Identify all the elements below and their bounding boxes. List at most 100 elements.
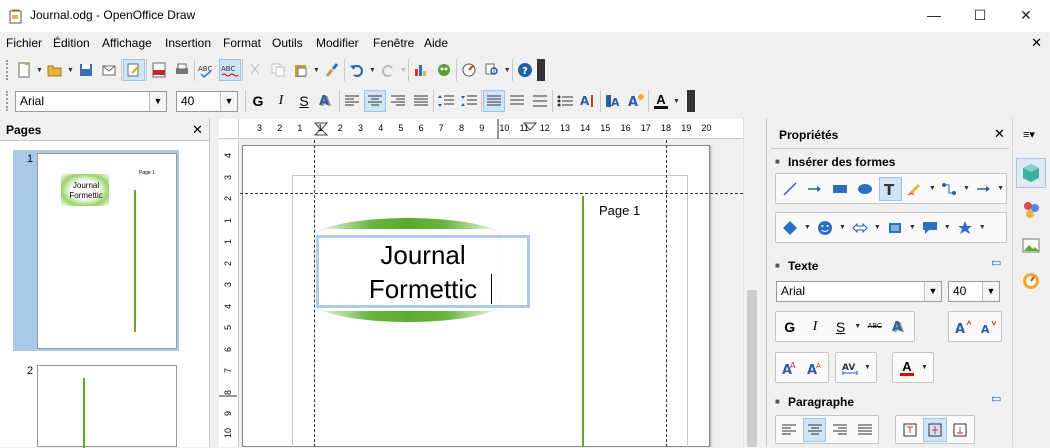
lines-arrows-tool-button[interactable] (972, 177, 995, 201)
edit-mode-button[interactable] (122, 59, 145, 81)
chevron-down-icon[interactable]: ▼ (982, 282, 999, 301)
panel-splitter[interactable] (210, 118, 218, 447)
vertical-scrollbar[interactable] (743, 118, 758, 447)
gallery-button[interactable] (433, 59, 455, 81)
scrollbar-thumb[interactable] (747, 290, 757, 447)
insert-chart-button[interactable] (410, 59, 432, 81)
paste-button[interactable] (290, 59, 312, 81)
sidebar-bold-button[interactable]: G (778, 315, 801, 339)
bold-button[interactable]: G (247, 90, 269, 112)
rectangle-tool-button[interactable] (828, 177, 851, 201)
toolbar-grip[interactable] (6, 60, 12, 80)
menu-insertion[interactable]: Insertion (165, 36, 211, 50)
block-arrows-dropdown-arrow[interactable]: ▼ (874, 224, 881, 231)
align-top-button[interactable] (898, 418, 921, 442)
document-close-button[interactable]: ✕ (1031, 35, 1042, 51)
auto-spellcheck-button[interactable]: ABC (218, 59, 241, 81)
menu-fichier[interactable]: Fichier (6, 36, 42, 50)
font-color-button[interactable]: A (650, 90, 672, 112)
toolbar-overflow-button[interactable] (536, 59, 545, 81)
vertical-ruler[interactable]: 4 3 2 1 1 2 3 4 5 6 7 8 9 10 (219, 140, 239, 447)
redo-button[interactable] (377, 59, 399, 81)
character-spacing-dropdown-arrow[interactable]: ▼ (864, 364, 871, 371)
sidebar-close-button[interactable]: ✕ (994, 126, 1005, 142)
align-left-button[interactable] (341, 90, 363, 112)
basic-shapes-dropdown-arrow[interactable]: ▼ (804, 224, 811, 231)
open-dropdown-arrow[interactable]: ▼ (67, 67, 74, 74)
copy-button[interactable] (267, 59, 289, 81)
drawing-canvas[interactable]: Journal Formettic Page 1 (240, 140, 743, 447)
grow-font-button[interactable]: A (951, 315, 974, 339)
zoom-button[interactable] (481, 59, 503, 81)
document-header-text[interactable]: Page 1 (599, 203, 640, 218)
new-dropdown-arrow[interactable]: ▼ (36, 67, 43, 74)
underline-button[interactable]: S (293, 90, 315, 112)
freeform-dropdown-arrow[interactable]: ▼ (929, 185, 936, 192)
line-spacing-15-button[interactable] (506, 90, 528, 112)
decrease-font-size-button[interactable]: AA (803, 356, 826, 380)
menu-modifier[interactable]: Modifier (316, 36, 359, 50)
sidebar-font-color-button[interactable]: A (895, 356, 919, 380)
undo-dropdown-arrow[interactable]: ▼ (369, 67, 376, 74)
sidebar-align-right-button[interactable] (828, 418, 851, 442)
undo-button[interactable] (346, 59, 368, 81)
styles-tab[interactable] (1016, 195, 1046, 225)
minimize-button[interactable]: — (911, 0, 957, 30)
text-more-options-button[interactable]: ▭ (991, 256, 1001, 269)
fontwork-button[interactable]: A (602, 90, 624, 112)
menu-edition[interactable]: Édition (53, 36, 90, 50)
basic-shapes-button[interactable] (778, 216, 802, 240)
spellcheck-button[interactable]: ABC (196, 59, 218, 81)
navigator-button[interactable] (458, 59, 480, 81)
print-button[interactable] (171, 59, 193, 81)
help-button[interactable]: ? (514, 59, 536, 81)
align-bottom-button[interactable] (949, 418, 972, 442)
menu-outils[interactable]: Outils (272, 36, 303, 50)
paste-dropdown-arrow[interactable]: ▼ (313, 67, 320, 74)
sidebar-align-left-button[interactable] (778, 418, 801, 442)
arrow-tool-button[interactable] (803, 177, 826, 201)
chevron-down-icon[interactable]: ▼ (220, 91, 237, 111)
menu-aide[interactable]: Aide (424, 36, 448, 50)
text-tool-button[interactable]: T (878, 176, 902, 201)
sidebar-font-color-dropdown-arrow[interactable]: ▼ (921, 364, 928, 371)
pages-panel-close-button[interactable]: ✕ (192, 122, 203, 138)
font-name-combo[interactable]: Arial ▼ (15, 90, 167, 112)
close-button[interactable]: ✕ (1003, 0, 1049, 30)
sidebar-font-name-combo[interactable]: Arial ▼ (776, 281, 942, 302)
paragraph-section-expander[interactable]: ■ (775, 397, 780, 406)
callouts-dropdown-arrow[interactable]: ▼ (944, 224, 951, 231)
document-title-text[interactable]: Journal Formettic (320, 238, 526, 306)
block-arrows-button[interactable] (848, 216, 872, 240)
gallery-tab[interactable] (1016, 231, 1046, 261)
decrease-spacing-button[interactable] (458, 90, 480, 112)
page-thumbnail-2[interactable] (37, 365, 177, 448)
save-button[interactable] (75, 59, 97, 81)
connector-dropdown-arrow[interactable]: ▼ (963, 185, 970, 192)
properties-tab[interactable] (1016, 158, 1046, 188)
symbol-shapes-dropdown-arrow[interactable]: ▼ (839, 224, 846, 231)
increase-font-size-button[interactable]: AA (778, 356, 801, 380)
character-button[interactable]: A (625, 90, 647, 112)
justify-button[interactable] (410, 90, 432, 112)
sidebar-italic-button[interactable]: I (803, 315, 826, 339)
flowchart-button[interactable] (883, 216, 907, 240)
italic-button[interactable]: I (270, 90, 292, 112)
freeform-tool-button[interactable] (904, 177, 927, 201)
font-size-combo[interactable]: 40 ▼ (176, 90, 238, 112)
font-color-dropdown-arrow[interactable]: ▼ (673, 98, 680, 105)
menu-fenetre[interactable]: Fenêtre (373, 36, 414, 50)
chevron-down-icon[interactable]: ▼ (924, 282, 941, 301)
underline-dropdown-arrow[interactable]: ▼ (854, 323, 861, 330)
toolbar-grip[interactable] (6, 91, 12, 111)
sidebar-strikethrough-button[interactable]: ABC (863, 315, 886, 339)
maximize-button[interactable]: ☐ (957, 0, 1003, 30)
shapes-section-expander[interactable]: ■ (775, 157, 780, 166)
zoom-dropdown-arrow[interactable]: ▼ (504, 67, 511, 74)
sidebar-shadow-button[interactable]: AA (889, 315, 912, 339)
stars-button[interactable] (953, 216, 977, 240)
menu-format[interactable]: Format (223, 36, 261, 50)
line-spacing-1-button[interactable] (483, 90, 505, 112)
green-vertical-line[interactable] (582, 196, 584, 447)
sidebar-align-center-button[interactable] (802, 417, 827, 442)
